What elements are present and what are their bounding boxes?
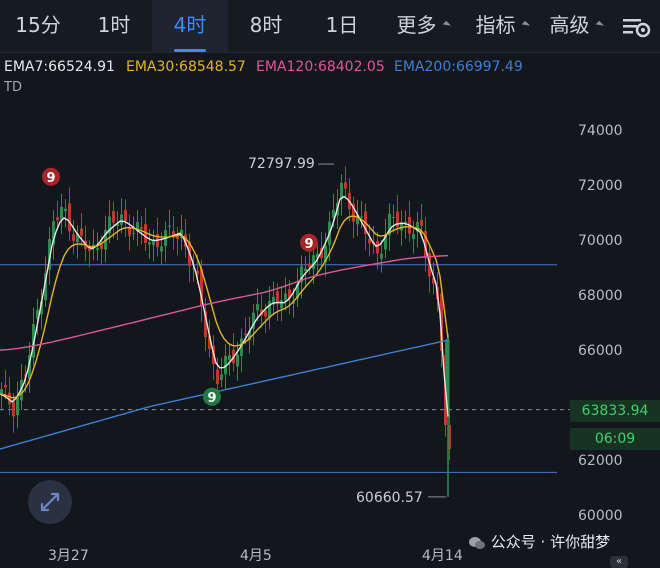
y-tick-label: 60000 bbox=[578, 508, 623, 524]
candle-body bbox=[60, 206, 63, 220]
td-marker-label: 9 bbox=[46, 171, 55, 186]
indicator-legend: EMA7:66524.91 EMA30:68548.57 EMA120:6840… bbox=[0, 52, 660, 97]
horizontal-levels bbox=[0, 264, 660, 473]
candle-body bbox=[376, 241, 379, 254]
fullscreen-button[interactable] bbox=[28, 480, 72, 524]
advanced-dropdown-icon bbox=[595, 20, 604, 30]
td-markers: 9 9 9 bbox=[42, 167, 318, 406]
tab-more[interactable]: 更多 bbox=[380, 0, 464, 52]
candle-body bbox=[12, 401, 15, 417]
candle-body bbox=[56, 217, 59, 221]
candle-body bbox=[220, 374, 223, 380]
candle-body bbox=[132, 232, 135, 234]
candle-body bbox=[124, 209, 127, 222]
candle-body bbox=[68, 203, 71, 232]
candle-body bbox=[96, 248, 99, 250]
y-tick-label: 74000 bbox=[578, 123, 623, 139]
candle-body bbox=[420, 219, 423, 226]
candle-body bbox=[284, 293, 287, 301]
tab-4h[interactable]: 4时 bbox=[152, 0, 228, 52]
x-tick-2: 4月5 bbox=[240, 548, 272, 564]
td-marker-label: 9 bbox=[304, 237, 313, 252]
candle-body bbox=[412, 233, 415, 240]
tab-1h[interactable]: 1时 bbox=[76, 0, 152, 52]
candle-body bbox=[236, 354, 239, 367]
candle-body bbox=[112, 210, 115, 223]
candle-body bbox=[140, 227, 143, 230]
candle-body bbox=[228, 354, 231, 361]
candle-body bbox=[344, 182, 347, 189]
low-price-label: 60660.57 bbox=[356, 490, 423, 506]
ema200-label: EMA200:66997.49 bbox=[394, 59, 523, 75]
candle-body bbox=[280, 300, 283, 309]
candle-body bbox=[392, 217, 395, 219]
candle-body bbox=[244, 333, 247, 336]
candle-body bbox=[216, 369, 219, 384]
price-annotations: 72797.99 60660.57 bbox=[248, 156, 446, 506]
td-indicator-label: TD bbox=[4, 80, 22, 95]
wechat-icon bbox=[469, 536, 485, 549]
candle-body bbox=[360, 216, 363, 218]
candle-body bbox=[72, 234, 75, 241]
ema-lines bbox=[0, 195, 449, 450]
candle-body bbox=[304, 268, 307, 272]
candles bbox=[0, 166, 451, 497]
chart-settings-icon[interactable] bbox=[612, 0, 660, 52]
expand-icon bbox=[40, 492, 60, 512]
y-tick-label: 68000 bbox=[578, 288, 623, 304]
candle-body bbox=[120, 214, 123, 225]
candle-body bbox=[64, 208, 67, 212]
candle-body bbox=[0, 389, 3, 394]
x-tick-1: 3月27 bbox=[48, 548, 89, 564]
tab-15m[interactable]: 15分 bbox=[0, 0, 76, 52]
candle-body bbox=[264, 310, 267, 317]
tab-8h[interactable]: 8时 bbox=[228, 0, 304, 52]
high-price-label: 72797.99 bbox=[248, 156, 315, 172]
candle-body bbox=[148, 242, 151, 245]
back-to-latest-button[interactable]: « bbox=[610, 556, 628, 568]
tab-1d[interactable]: 1日 bbox=[304, 0, 380, 52]
tab-advanced[interactable]: 高级 bbox=[538, 0, 612, 52]
ema30-label: EMA30:68548.57 bbox=[126, 59, 246, 75]
countdown-tag: 06:09 bbox=[570, 428, 660, 450]
y-tick-label: 62000 bbox=[578, 453, 623, 469]
ema120-line bbox=[0, 255, 449, 351]
candle-body bbox=[4, 384, 7, 388]
more-dropdown-icon bbox=[442, 20, 451, 30]
watermark: 公众号 · 许你甜梦 bbox=[468, 531, 610, 552]
y-tick-label: 66000 bbox=[578, 343, 623, 359]
tab-indicators[interactable]: 指标 bbox=[464, 0, 538, 52]
x-tick-3: 4月14 bbox=[422, 548, 463, 564]
candle-body bbox=[312, 255, 315, 270]
candle-body bbox=[268, 301, 271, 318]
timeframe-tab-bar: 15分 1时 4时 8时 1日 更多 指标 高级 bbox=[0, 0, 660, 53]
y-tick-label: 70000 bbox=[578, 233, 623, 249]
y-axis-labels: 74000 72000 70000 68000 66000 62000 60000 bbox=[578, 123, 623, 524]
ema120-label: EMA120:68402.05 bbox=[256, 59, 385, 75]
ema7-label: EMA7:66524.91 bbox=[4, 59, 115, 75]
candle-body bbox=[168, 225, 171, 227]
y-tick-label: 72000 bbox=[578, 178, 623, 194]
ema7-line bbox=[0, 195, 449, 417]
price-chart[interactable]: 999 74000720007000068000660006200060000 … bbox=[0, 97, 660, 545]
candle-body bbox=[256, 304, 259, 311]
candle-body bbox=[80, 228, 83, 236]
td-marker-label: 9 bbox=[207, 391, 216, 406]
current-price-tag: 63833.94 bbox=[570, 400, 660, 422]
candle-body bbox=[160, 246, 163, 252]
candle-body bbox=[380, 253, 383, 259]
chevron-left-icon: « bbox=[615, 556, 623, 567]
indicators-dropdown-icon bbox=[521, 20, 530, 30]
